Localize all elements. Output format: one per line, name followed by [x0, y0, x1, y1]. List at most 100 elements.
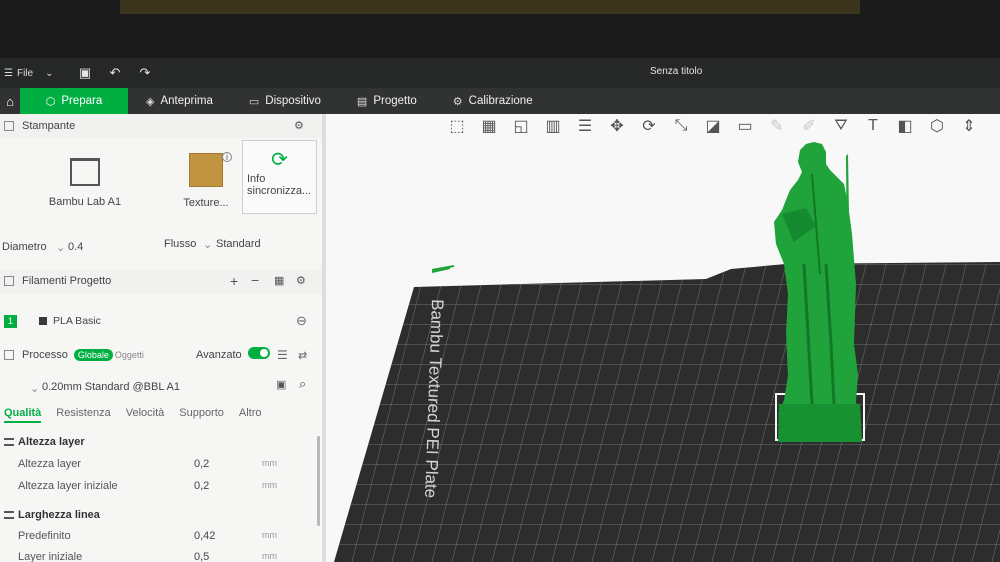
- add-plate-icon[interactable]: ▦: [478, 116, 500, 136]
- sidebar-scrollbar[interactable]: [317, 436, 320, 526]
- param-value-input[interactable]: 0,42: [194, 530, 215, 542]
- remove-filament-icon[interactable]: −: [251, 272, 259, 288]
- redo-icon[interactable]: ↷: [130, 65, 160, 81]
- monitor-bezel: [0, 0, 1000, 58]
- diameter-label: Diametro: [2, 241, 47, 253]
- printer-section-header: Stampante ⚙: [0, 114, 322, 138]
- global-toggle[interactable]: Globale: [73, 349, 113, 361]
- sync-line2: sincronizza...: [247, 185, 312, 197]
- process-section-header: Processo Globale Oggetti Avanzato ☰ ⇄: [0, 344, 322, 366]
- file-menu[interactable]: ☰ File ⌄: [0, 68, 70, 79]
- diameter-chevron-icon: ⌄: [56, 242, 66, 254]
- build-plate-scene: Bambu Textured PEI Plate: [334, 142, 1000, 562]
- param-row: Predefinito 0,42 mm: [18, 530, 318, 542]
- save-icon[interactable]: ▣: [70, 65, 100, 81]
- search-icon[interactable]: ⌕: [299, 376, 306, 392]
- filaments-section-header: Filamenti Progetto + − ▦ ⚙: [0, 269, 322, 293]
- subtab-altro[interactable]: Altro: [239, 407, 262, 423]
- sync-icon: ⟳: [271, 149, 288, 171]
- view-cube-icon[interactable]: ⬡: [926, 116, 948, 136]
- sync-line1: Info: [247, 173, 266, 185]
- process-profile-select[interactable]: 0.20mm Standard @BBL A1: [42, 381, 180, 393]
- color-paint-icon[interactable]: ⛛: [830, 116, 852, 136]
- param-value-input[interactable]: 0,2: [194, 458, 209, 470]
- 3d-viewport[interactable]: Bambu Textured PEI Plate ⬚ ▦ ◱ ▥ ☰ ✥ ⟳ ⤡…: [326, 114, 1000, 562]
- printer-section-icon: [4, 121, 14, 131]
- tab-label: Anteprima: [160, 95, 213, 107]
- printer-section-title: Stampante: [22, 120, 76, 132]
- tab-dispositivo[interactable]: ▭ Dispositivo: [231, 88, 339, 114]
- support-paint-icon[interactable]: ✎: [766, 116, 788, 136]
- subtab-velocita[interactable]: Velocità: [126, 407, 165, 423]
- plate-marker: [431, 265, 455, 273]
- info-icon[interactable]: i: [222, 152, 232, 162]
- rotate-icon[interactable]: ⟳: [638, 116, 660, 136]
- gear-icon: ⚙: [452, 95, 463, 108]
- objects-toggle[interactable]: Oggetti: [115, 350, 144, 360]
- filament-index: 1: [4, 314, 17, 328]
- compare-icon[interactable]: ⇄: [298, 349, 307, 362]
- profile-chevron-icon: ⌄: [30, 383, 40, 395]
- viewport-toolbar: ⬚ ▦ ◱ ▥ ☰ ✥ ⟳ ⤡ ◪ ▭ ✎ ✐ ⛛ T ◧ ⬡ ⇕: [446, 114, 980, 138]
- tab-label: Progetto: [373, 95, 417, 107]
- scale-icon[interactable]: ⤡: [670, 116, 692, 136]
- add-object-icon[interactable]: ⬚: [446, 116, 468, 136]
- settings-gear-icon[interactable]: ⚙: [294, 119, 304, 132]
- group-layer-height: Altezza layer: [4, 436, 85, 448]
- seam-paint-icon[interactable]: ✐: [798, 116, 820, 136]
- printer-card[interactable]: Bambu Lab A1: [30, 152, 140, 217]
- cut-icon[interactable]: ▭: [734, 116, 756, 136]
- param-unit: mm: [262, 458, 277, 468]
- subtab-resistenza[interactable]: Resistenza: [56, 407, 110, 423]
- param-label: Altezza layer iniziale: [18, 480, 118, 492]
- text-icon[interactable]: T: [862, 116, 884, 136]
- subtab-supporto[interactable]: Supporto: [179, 407, 224, 423]
- lay-on-face-icon[interactable]: ◪: [702, 116, 724, 136]
- param-value-input[interactable]: 0,5: [194, 551, 209, 562]
- tab-calibrazione[interactable]: ⚙ Calibrazione: [435, 88, 551, 114]
- param-value-input[interactable]: 0,2: [194, 480, 209, 492]
- tab-anteprima[interactable]: ◈ Anteprima: [128, 88, 231, 114]
- chevron-down-icon: ⌄: [45, 67, 54, 79]
- auto-orient-icon[interactable]: ◱: [510, 116, 532, 136]
- param-label: Predefinito: [18, 530, 71, 542]
- filament-name: PLA Basic: [53, 315, 101, 327]
- tab-label: Prepara: [61, 95, 103, 107]
- param-unit: mm: [262, 551, 277, 561]
- save-profile-icon[interactable]: ▣: [276, 378, 286, 391]
- sync-info-button[interactable]: ⟳ Info sincronizza...: [242, 140, 317, 214]
- home-icon[interactable]: ⌂: [0, 88, 20, 114]
- diameter-value[interactable]: 0.4: [68, 241, 83, 253]
- window-title: Senza titolo: [650, 66, 703, 77]
- process-section-title: Processo: [22, 349, 68, 361]
- tab-prepara[interactable]: ⬡ Prepara: [20, 88, 128, 114]
- settings-sidebar: Stampante ⚙ Bambu Lab A1 Texture... i ⟳ …: [0, 114, 322, 562]
- filament-options-icon[interactable]: ⊖: [296, 313, 307, 329]
- filament-settings-icon[interactable]: ⚙: [296, 274, 306, 287]
- param-label: Layer iniziale: [18, 551, 83, 562]
- monitor-icon: ▭: [248, 95, 260, 108]
- group-icon: [4, 438, 14, 446]
- subtab-qualita[interactable]: Qualità: [4, 407, 42, 423]
- arrange-icon[interactable]: ▥: [542, 116, 564, 136]
- cube-icon: ⬡: [45, 95, 56, 108]
- flow-value[interactable]: Standard: [216, 238, 261, 250]
- group-title: Larghezza linea: [18, 509, 100, 521]
- main-tabbar: ⌂ ⬡ Prepara ◈ Anteprima ▭ Dispositivo ▤ …: [0, 88, 1000, 114]
- add-filament-icon[interactable]: +: [230, 273, 238, 289]
- filament-row[interactable]: 1 PLA Basic ⊖: [4, 310, 318, 332]
- advanced-toggle[interactable]: [248, 347, 270, 359]
- param-unit: mm: [262, 530, 277, 540]
- filament-edit-icon[interactable]: ▦: [274, 274, 284, 287]
- tab-progetto[interactable]: ▤ Progetto: [339, 88, 435, 114]
- param-label: Altezza layer: [18, 458, 81, 470]
- tab-label: Calibrazione: [468, 95, 533, 107]
- assembly-icon[interactable]: ◧: [894, 116, 916, 136]
- undo-icon[interactable]: ↶: [100, 65, 130, 81]
- layer-list-icon[interactable]: ☰: [574, 116, 596, 136]
- hamburger-icon: ☰: [4, 67, 13, 79]
- measure-icon[interactable]: ⇕: [958, 116, 980, 136]
- project-icon: ▤: [356, 95, 368, 108]
- list-icon[interactable]: ☰: [277, 348, 288, 362]
- move-icon[interactable]: ✥: [606, 116, 628, 136]
